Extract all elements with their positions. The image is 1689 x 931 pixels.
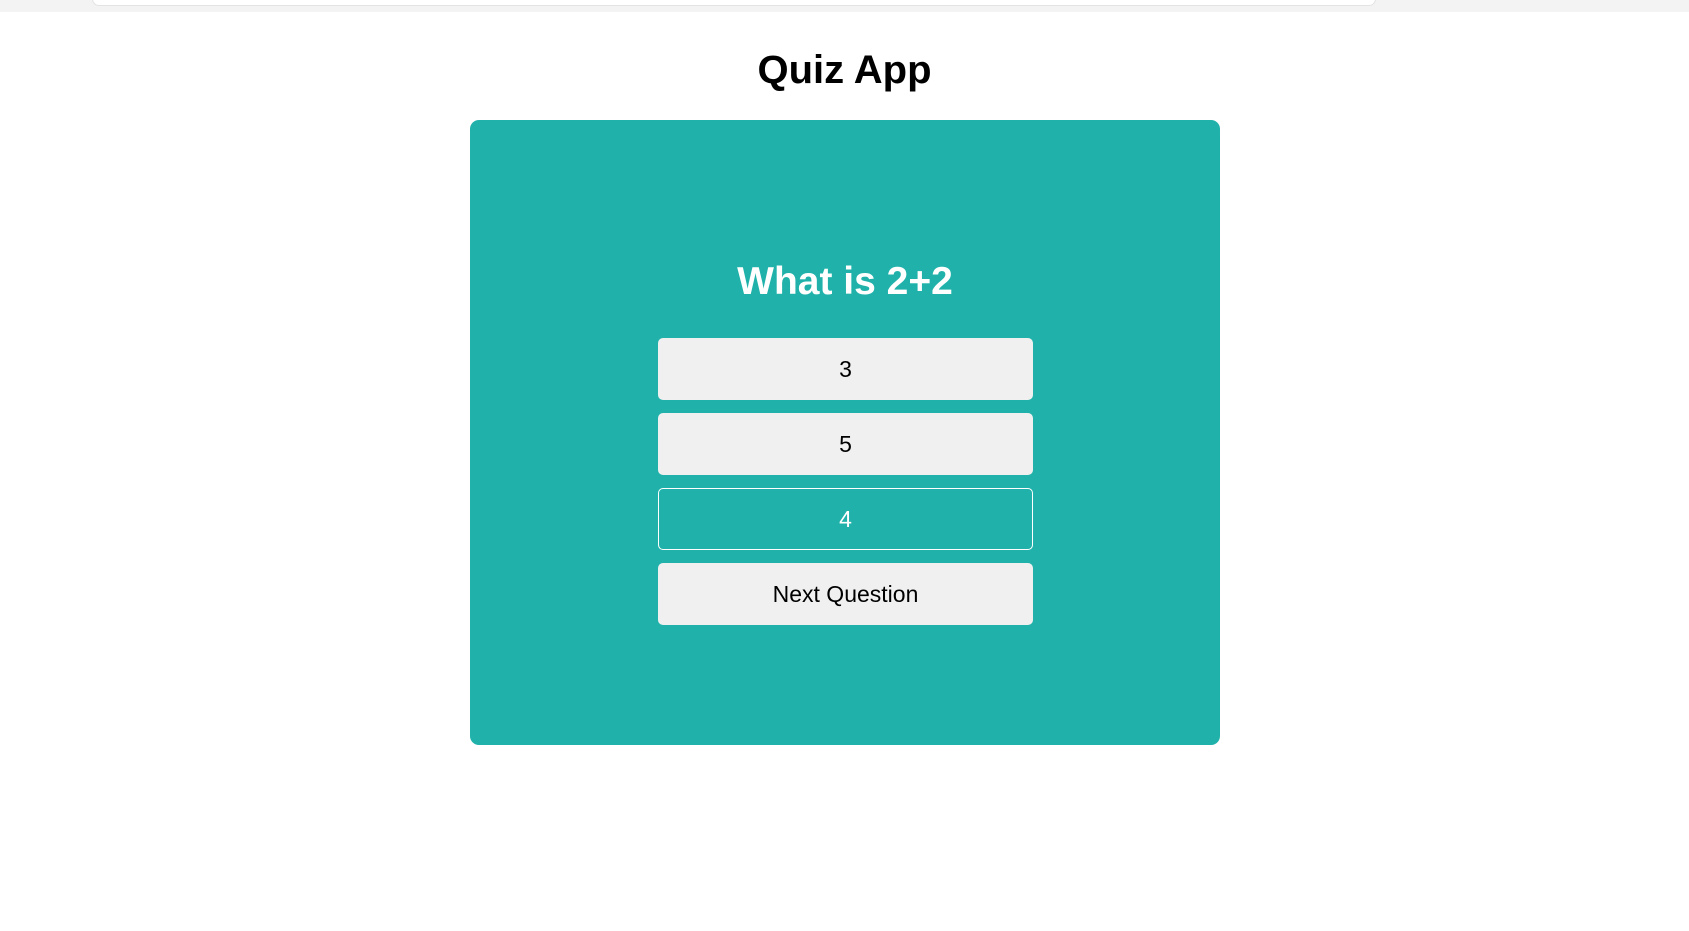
quiz-card: What is 2+2 3 5 4 Next Question [470,120,1220,745]
question-text: What is 2+2 [737,260,953,303]
answer-button-5[interactable]: 5 [658,413,1033,475]
answer-button-3[interactable]: 3 [658,338,1033,400]
page-title: Quiz App [757,48,932,92]
address-bar[interactable] [92,0,1376,6]
next-question-button[interactable]: Next Question [658,563,1033,625]
browser-top-strip [0,0,1689,12]
answer-button-4[interactable]: 4 [658,488,1033,550]
